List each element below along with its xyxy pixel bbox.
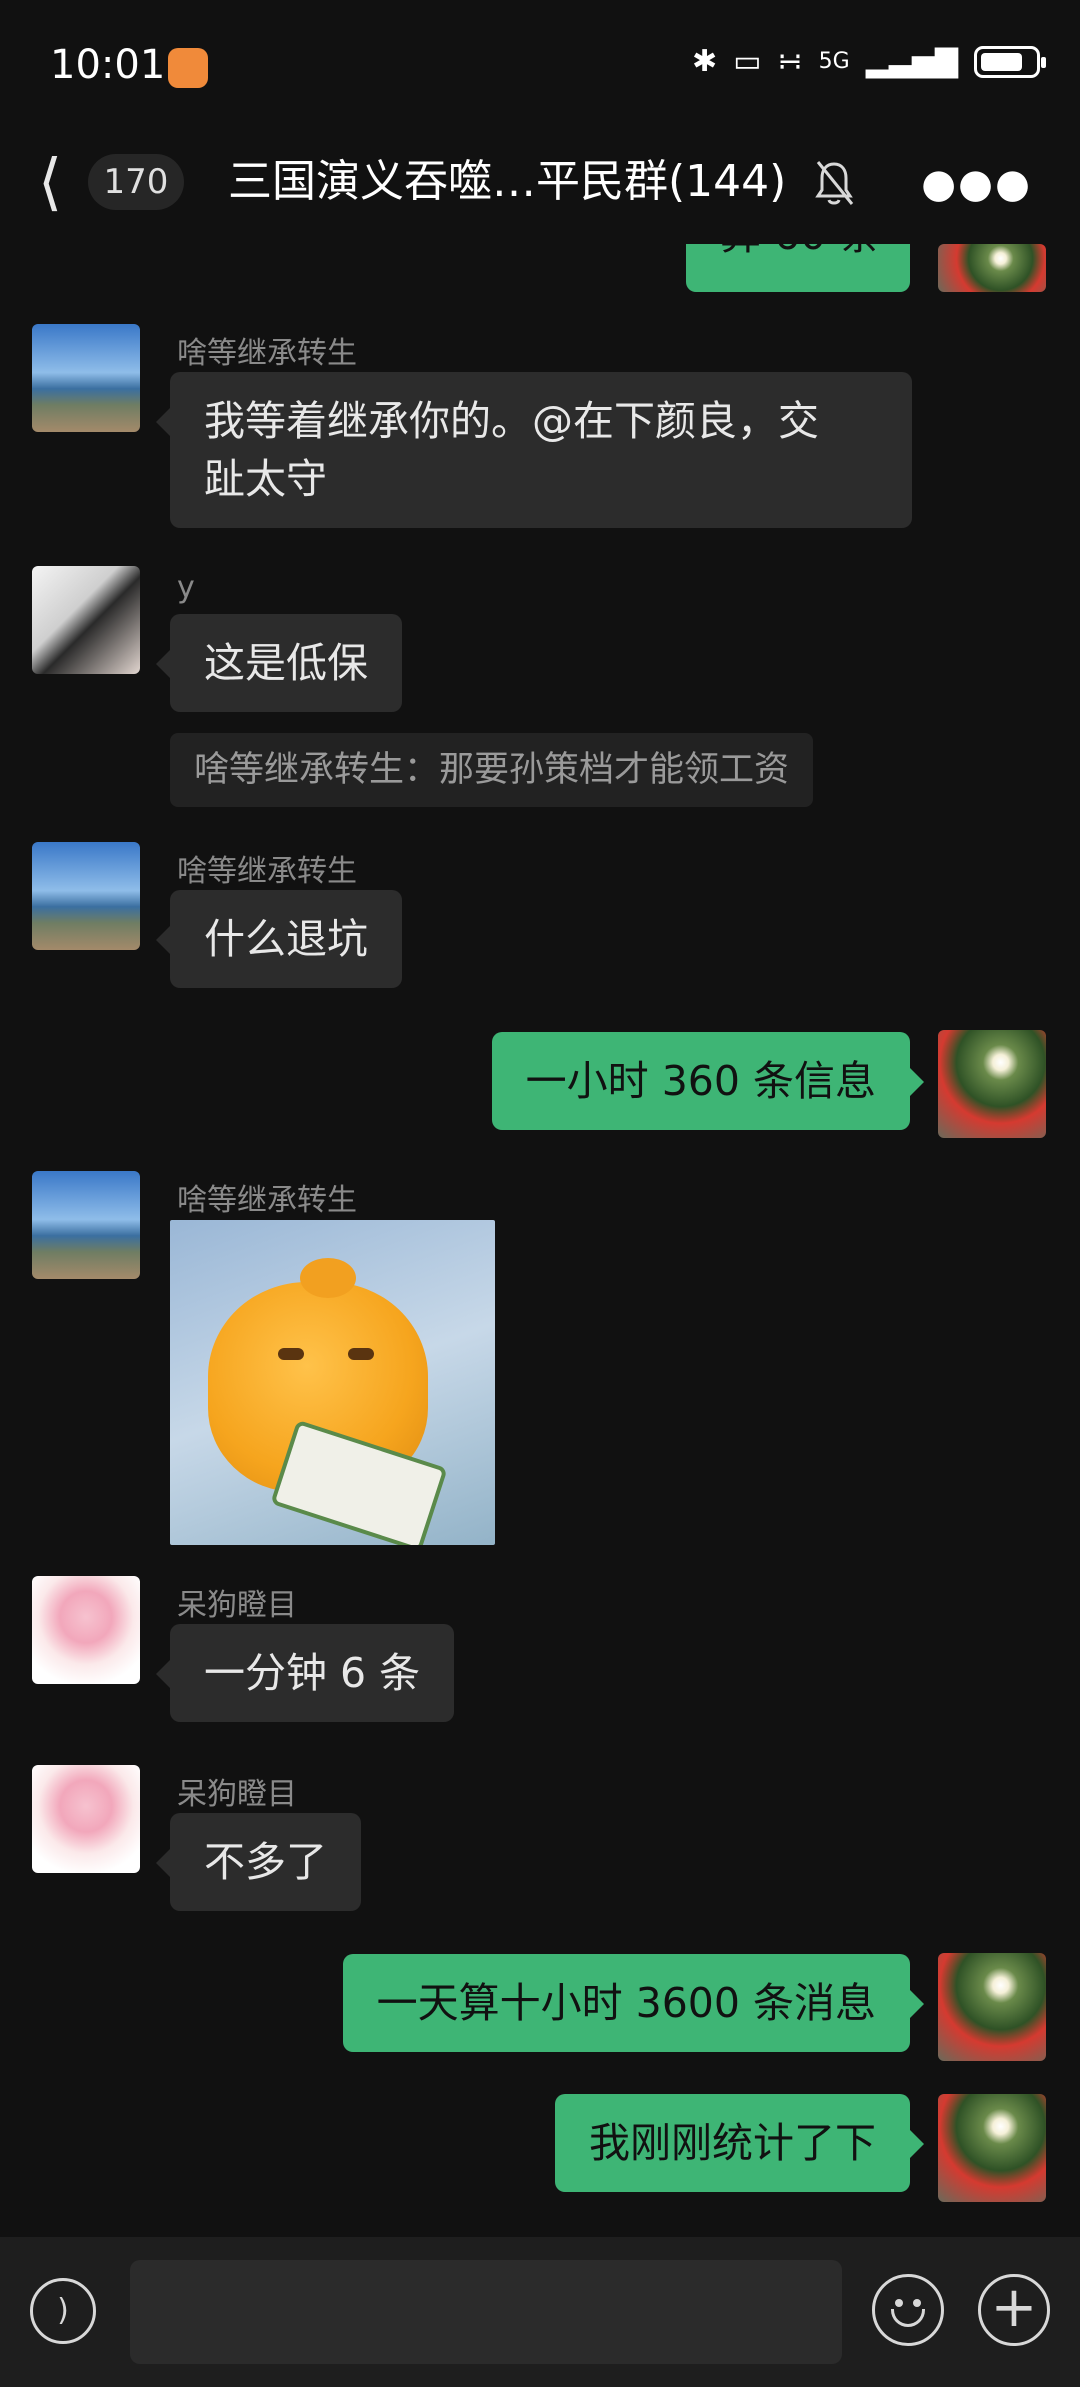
back-arrow-icon[interactable]: ⟨ — [38, 150, 62, 214]
message-bubble[interactable]: 我刚刚统计了下 — [555, 2094, 924, 2192]
message-bubble[interactable]: 一小时 360 条信息 — [491, 1032, 925, 1130]
avatar[interactable] — [938, 1953, 1046, 2061]
message-input[interactable] — [130, 2260, 842, 2364]
message-bubble[interactable]: 什么退坑 — [156, 890, 402, 988]
voice-icon[interactable]: ) — [30, 2278, 96, 2344]
status-time: 10:01 — [50, 42, 166, 88]
message-bubble[interactable]: 一分钟 6 条 — [155, 1624, 455, 1722]
mute-bell-icon — [815, 161, 854, 205]
sender-name: 啥等继承转生 — [177, 854, 357, 889]
message-bubble[interactable]: 我等着继承你的。@在下颜良，交 趾太守 — [156, 372, 912, 528]
avatar[interactable] — [32, 324, 140, 432]
wifi-icon: ∺ — [777, 44, 803, 79]
avatar[interactable] — [32, 842, 140, 950]
emoji-icon[interactable] — [872, 2274, 944, 2346]
sender-name: 啥等继承转生 — [177, 336, 357, 371]
app-notification-icon — [168, 48, 208, 88]
sender-name: 呆狗瞪目 — [177, 1777, 297, 1812]
message-bubble[interactable]: 一天算十小时 3600 条消息 — [342, 1954, 925, 2052]
status-icons: ✱ ▭ ∺ 5G ▂▃▅▇ — [692, 44, 1046, 79]
plus-icon[interactable]: + — [978, 2274, 1050, 2346]
bluetooth-icon: ✱ — [692, 44, 718, 79]
message-partial-outgoing: 算 60 条 — [686, 244, 910, 292]
quoted-message[interactable]: 啥等继承转生：那要孙策档才能领工资 — [170, 733, 814, 807]
sender-name: 啥等继承转生 — [177, 1183, 357, 1218]
avatar[interactable] — [32, 1576, 140, 1684]
chat-title[interactable]: 三国演义吞噬…平民群(144) — [228, 152, 786, 212]
sender-name: 呆狗瞪目 — [177, 1588, 297, 1623]
battery-icon — [974, 45, 1046, 78]
vibrate-icon: ▭ — [733, 44, 762, 79]
signal-icon: ▂▃▅▇ — [865, 44, 958, 79]
message-bubble[interactable]: 这是低保 — [156, 614, 402, 712]
avatar[interactable] — [32, 566, 140, 674]
message-text-line: 趾太守 — [204, 455, 327, 503]
message-bubble[interactable]: 算 60 条 — [686, 244, 910, 292]
unread-count-badge[interactable]: 170 — [88, 154, 184, 210]
avatar[interactable] — [32, 1765, 140, 1873]
more-icon[interactable]: ●●● — [921, 164, 1032, 204]
network-label: 5G — [818, 49, 850, 74]
avatar[interactable] — [938, 1030, 1046, 1138]
sender-name: y — [177, 570, 195, 605]
sticker-image[interactable] — [170, 1220, 495, 1545]
avatar[interactable] — [938, 244, 1046, 292]
avatar[interactable] — [938, 2094, 1046, 2202]
message-bubble[interactable]: 不多了 — [156, 1813, 361, 1911]
avatar[interactable] — [32, 1171, 140, 1279]
message-text-line: 我等着继承你的。@在下颜良，交 — [204, 397, 819, 445]
